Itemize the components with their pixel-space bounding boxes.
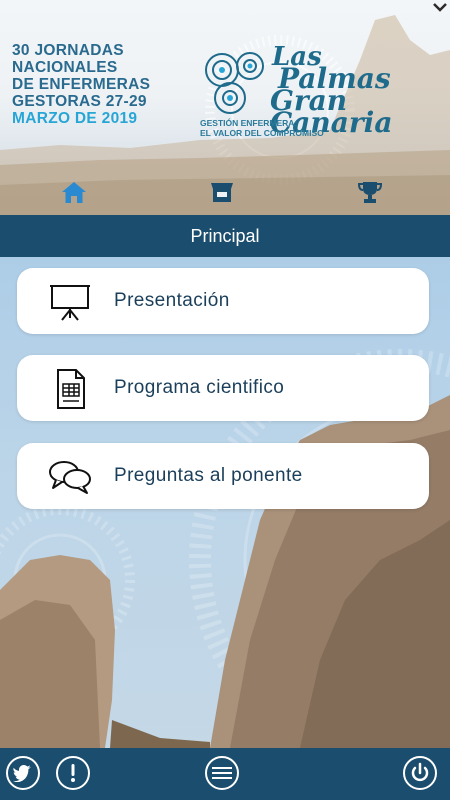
corner-chevron-icon <box>433 3 447 12</box>
event-header: 30 JORNADAS NACIONALES DE ENFERMERAS GES… <box>0 0 450 215</box>
power-button[interactable] <box>403 756 437 790</box>
chat-bubbles-icon <box>47 456 93 498</box>
alert-icon <box>71 764 75 782</box>
menu-item-label: Preguntas al ponente <box>114 465 303 486</box>
menu-item-programa[interactable]: Programa cientifico <box>17 355 429 421</box>
trophy-icon <box>357 182 383 203</box>
section-title-bar: Principal <box>0 215 450 257</box>
stand-icon <box>211 183 233 202</box>
twitter-button[interactable] <box>6 756 40 790</box>
menu-item-label: Presentación <box>114 290 230 311</box>
menu-item-label: Programa cientifico <box>114 377 285 398</box>
event-title: 30 JORNADAS NACIONALES DE ENFERMERAS GES… <box>12 42 202 127</box>
event-title-line: MARZO DE 2019 <box>12 110 138 127</box>
brand-subtitle-line: EL VALOR DEL COMPROMISO <box>200 128 324 138</box>
menu-item-preguntas[interactable]: Preguntas al ponente <box>17 443 429 509</box>
circles-logo-icon <box>205 52 264 114</box>
menu-lines-icon <box>212 767 232 779</box>
power-icon <box>411 762 429 782</box>
brand-subtitle: GESTIÓN ENFERMERA: EL VALOR DEL COMPROMI… <box>200 118 450 138</box>
menu-button[interactable] <box>205 756 239 790</box>
event-title-line: GESTORAS 27-29 <box>12 93 147 110</box>
tab-stand[interactable] <box>207 178 237 206</box>
tab-trophy[interactable] <box>355 178 385 206</box>
event-title-line: 30 JORNADAS <box>12 42 124 59</box>
page-title: Principal <box>190 225 260 246</box>
home-icon <box>62 182 86 203</box>
tab-home[interactable] <box>59 178 89 206</box>
document-table-icon <box>47 368 93 410</box>
bottom-toolbar <box>0 748 450 800</box>
presentation-board-icon <box>47 281 93 323</box>
menu-item-presentacion[interactable]: Presentación <box>17 268 429 334</box>
alert-button[interactable] <box>56 756 90 790</box>
event-title-line: DE ENFERMERAS <box>12 76 151 93</box>
twitter-icon <box>13 764 32 782</box>
event-title-line: NACIONALES <box>12 59 118 76</box>
event-brand-logo: Las Palmas Gran Canaria GESTIÓN ENFERMER… <box>200 40 445 150</box>
brand-subtitle-line: GESTIÓN ENFERMERA: <box>200 118 298 128</box>
top-tab-bar <box>0 168 450 215</box>
